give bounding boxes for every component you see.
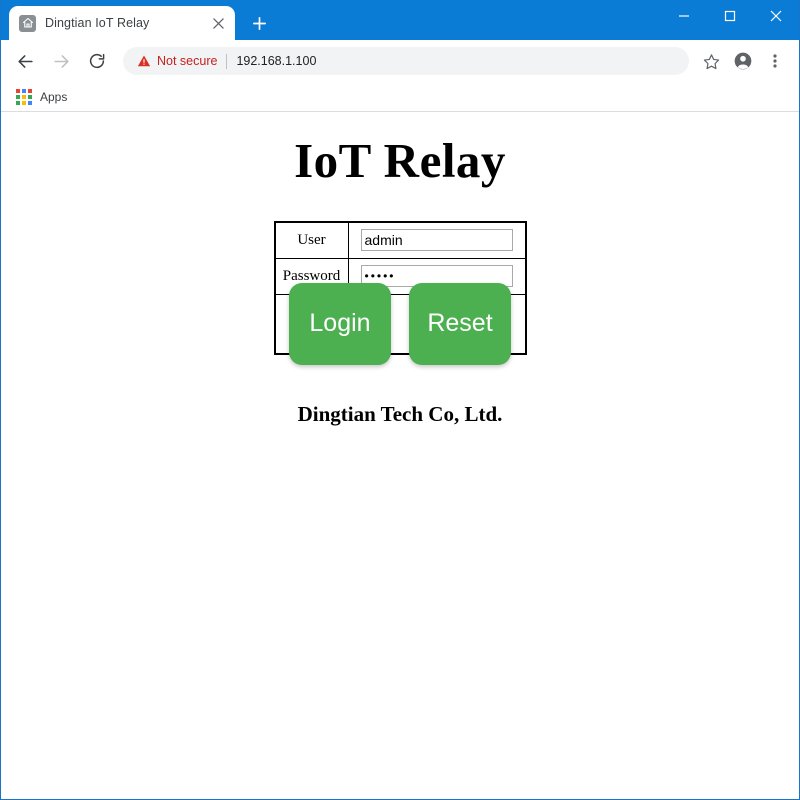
browser-toolbar: Not secure 192.168.1.100 bbox=[1, 40, 799, 82]
page-title: IoT Relay bbox=[294, 133, 506, 188]
username-input[interactable] bbox=[360, 229, 513, 252]
reload-icon[interactable] bbox=[82, 46, 112, 76]
browser-tab[interactable]: Dingtian IoT Relay bbox=[9, 6, 235, 40]
page-content: IoT Relay User Password bbox=[1, 112, 799, 799]
forward-arrow-icon[interactable] bbox=[46, 46, 76, 76]
tab-close-icon[interactable] bbox=[209, 14, 227, 32]
login-button[interactable]: Login bbox=[289, 282, 391, 365]
user-label: User bbox=[274, 221, 349, 259]
address-bar[interactable]: Not secure 192.168.1.100 bbox=[123, 47, 689, 75]
security-status-label: Not secure bbox=[157, 54, 218, 68]
apps-label: Apps bbox=[40, 89, 68, 104]
table-row-buttons: Login Reset bbox=[274, 282, 526, 365]
home-icon bbox=[19, 14, 36, 32]
star-icon[interactable] bbox=[697, 47, 725, 75]
browser-window: Dingtian IoT Relay Not secure 192.168.1.… bbox=[0, 0, 800, 800]
minimize-icon[interactable] bbox=[661, 0, 707, 32]
maximize-icon[interactable] bbox=[707, 0, 753, 32]
table-row-user: User bbox=[274, 221, 526, 259]
tab-strip: Dingtian IoT Relay bbox=[1, 0, 799, 40]
button-row: Login Reset bbox=[276, 282, 525, 365]
three-dot-menu-icon[interactable] bbox=[761, 47, 789, 75]
window-controls bbox=[661, 0, 799, 32]
tab-title: Dingtian IoT Relay bbox=[45, 16, 150, 30]
warning-triangle-icon bbox=[137, 54, 151, 68]
footer-company-text: Dingtian Tech Co, Ltd. bbox=[297, 401, 503, 426]
new-tab-button[interactable] bbox=[245, 9, 273, 37]
url-text: 192.168.1.100 bbox=[236, 54, 317, 68]
buttons-cell: Login Reset bbox=[274, 282, 526, 365]
login-form-table: User Password Login Reset bbox=[273, 220, 527, 365]
window-close-icon[interactable] bbox=[753, 0, 799, 32]
apps-shortcut-button[interactable]: Apps bbox=[13, 86, 74, 108]
bookmarks-bar: Apps bbox=[1, 82, 799, 112]
back-arrow-icon[interactable] bbox=[10, 46, 40, 76]
reset-button[interactable]: Reset bbox=[409, 282, 511, 365]
account-icon[interactable] bbox=[729, 47, 757, 75]
apps-grid-icon bbox=[16, 88, 32, 105]
omnibox-divider bbox=[226, 53, 228, 69]
user-field-cell bbox=[347, 221, 526, 259]
